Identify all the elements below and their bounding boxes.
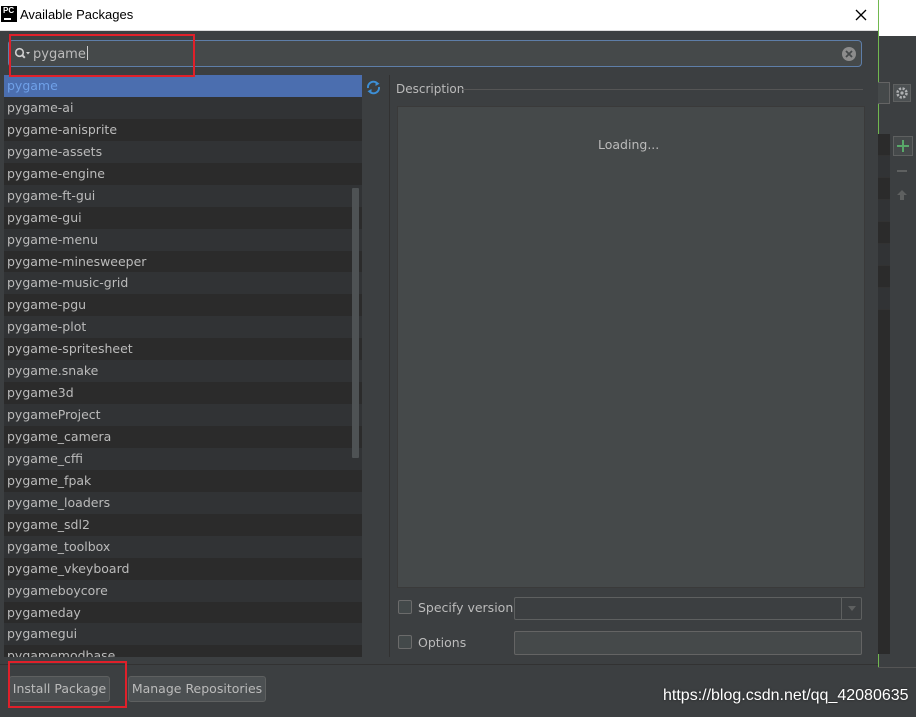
package-list-item[interactable]: pygameboycore	[4, 579, 362, 602]
package-list-item[interactable]: pygame-plot	[4, 316, 362, 339]
package-list-item[interactable]: pygame-minesweeper	[4, 251, 362, 273]
package-list-item[interactable]: pygameday	[4, 602, 362, 624]
package-list[interactable]: pygame pygame-ai pygame-anisprite pygame-as…	[4, 75, 362, 657]
package-list-item[interactable]: pygame_fpak	[4, 470, 362, 492]
package-list-item[interactable]: pygame-menu	[4, 228, 362, 251]
package-list-item[interactable]: pygame_loaders	[4, 491, 362, 514]
package-list-item[interactable]: pygame.snake	[4, 360, 362, 383]
clear-icon[interactable]	[841, 46, 857, 62]
arrow-up-icon[interactable]	[896, 189, 908, 201]
text-cursor	[86, 46, 88, 60]
search-field[interactable]: pygame	[8, 40, 862, 67]
package-list-item[interactable]: pygame-gui	[4, 207, 362, 229]
package-list-item[interactable]: pygame-spritesheet	[4, 338, 362, 360]
package-list-item[interactable]: pygame_vkeyboard	[4, 558, 362, 580]
package-list-item[interactable]: pygame-ft-gui	[4, 184, 362, 207]
chevron-down-icon	[848, 606, 856, 611]
package-list-item[interactable]: pygameProject	[4, 404, 362, 426]
package-list-item[interactable]: pygame-music-grid	[4, 272, 362, 295]
package-list-item[interactable]: pygame-assets	[4, 140, 362, 163]
search-icon[interactable]	[14, 47, 30, 61]
panel-separator	[389, 75, 390, 657]
description-divider	[462, 89, 863, 90]
specify-version-label: Specify version	[418, 600, 514, 615]
package-list-item[interactable]: pygame_toolbox	[4, 535, 362, 558]
pycharm-icon: PC	[1, 6, 17, 22]
description-label: Description	[396, 82, 465, 96]
footer-divider	[0, 664, 878, 665]
install-package-button[interactable]: Install Package	[9, 676, 110, 702]
window-title: Available Packages	[20, 7, 134, 22]
options-checkbox[interactable]	[398, 635, 412, 649]
gear-icon[interactable]	[893, 84, 911, 102]
package-list-item[interactable]: pygamegui	[4, 623, 362, 646]
package-list-item[interactable]: pygame-engine	[4, 163, 362, 185]
package-list-item[interactable]: pygame_cffi	[4, 447, 362, 470]
specify-version-checkbox[interactable]	[398, 600, 412, 614]
title-bar: PC Available Packages	[0, 0, 878, 31]
background-packages-table	[878, 134, 890, 654]
list-bottom-edge	[4, 657, 362, 659]
package-list-item[interactable]: pygame-ai	[4, 96, 362, 119]
close-icon[interactable]	[852, 6, 870, 24]
background-interpreter-field	[878, 82, 890, 104]
package-list-item[interactable]: pygame_sdl2	[4, 514, 362, 536]
refresh-icon[interactable]	[365, 79, 382, 96]
package-list-item[interactable]: pygame-anisprite	[4, 119, 362, 141]
options-label: Options	[418, 635, 467, 650]
package-list-item[interactable]: pygamemodbase	[4, 645, 362, 657]
description-panel: Loading...	[397, 106, 865, 588]
package-list-item[interactable]: pygame_camera	[4, 426, 362, 448]
package-list-item[interactable]: pygame	[4, 75, 362, 97]
plus-icon[interactable]	[893, 136, 913, 156]
manage-repositories-button[interactable]: Manage Repositories	[128, 676, 266, 702]
minus-icon[interactable]	[897, 170, 907, 172]
watermark-text: https://blog.csdn.net/qq_42080635	[663, 687, 909, 704]
list-scrollbar[interactable]	[352, 188, 359, 458]
background-window-titlebar	[878, 0, 916, 36]
options-input[interactable]	[514, 631, 862, 655]
package-list-item[interactable]: pygame-pgu	[4, 294, 362, 316]
search-input[interactable]: pygame	[33, 47, 86, 62]
version-select[interactable]	[514, 597, 862, 620]
package-list-item[interactable]: pygame3d	[4, 382, 362, 404]
loading-text: Loading...	[598, 137, 660, 152]
